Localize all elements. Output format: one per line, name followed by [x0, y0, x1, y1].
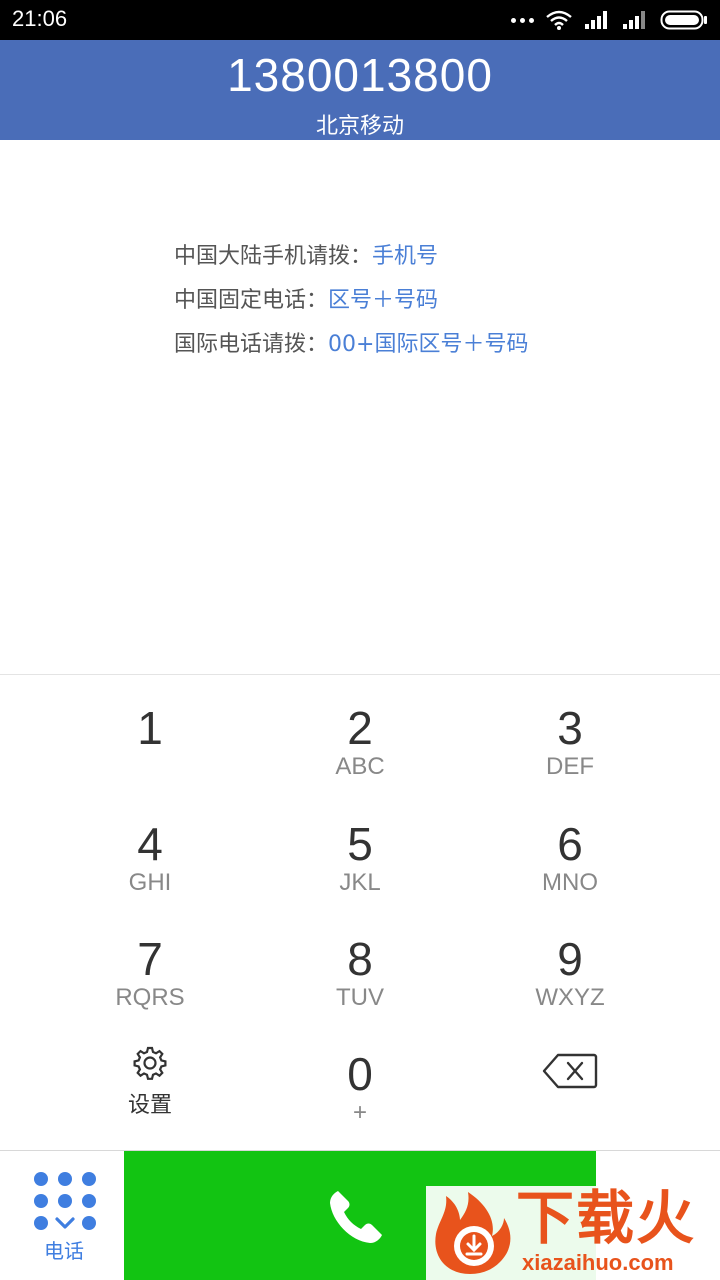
key-2[interactable]: 2 ABC [240, 675, 480, 790]
settings-button[interactable]: 设置 [30, 1021, 270, 1136]
key-6[interactable]: 6 MNO [450, 791, 690, 906]
dial-hints: 中国大陆手机请拨：手机号 中国固定电话：区号＋号码 国际电话请拨：00+国际区号… [174, 240, 654, 372]
status-time: 21:06 [12, 6, 68, 31]
key-digit: 3 [557, 702, 583, 754]
signal-icon [585, 11, 607, 29]
key-letters: MNO [542, 869, 598, 896]
key-1[interactable]: 1 [30, 675, 270, 790]
key-digit: 4 [137, 818, 163, 870]
key-digit: 0 [347, 1048, 373, 1100]
key-letters: DEF [546, 753, 594, 780]
key-digit: 6 [557, 818, 583, 870]
key-0[interactable]: 0 + [240, 1021, 480, 1136]
hint-label: 中国大陆手机请拨： [174, 244, 373, 269]
dialpad-toggle-button[interactable]: 电话 [0, 1151, 124, 1280]
hint-label: 中国固定电话： [174, 288, 329, 313]
key-digit: 7 [137, 933, 163, 985]
fire-logo-icon [435, 1192, 511, 1274]
key-letters: RQRS [115, 984, 185, 1011]
key-digit: 8 [347, 933, 373, 985]
hint-line: 中国固定电话：区号＋号码 [174, 284, 654, 328]
signal-icon-2 [623, 11, 645, 29]
key-9[interactable]: 9 WXYZ [450, 906, 690, 1021]
hint-line: 国际电话请拨：00+国际区号＋号码 [174, 328, 654, 372]
key-letters: GHI [128, 869, 172, 896]
key-letters: JKL [339, 869, 381, 896]
battery-icon [660, 10, 707, 30]
watermark: 下载火 xiazaihuo.com [426, 1186, 720, 1280]
hint-line: 中国大陆手机请拨：手机号 [174, 240, 654, 284]
dialpad-grid-icon [34, 1172, 96, 1230]
key-3[interactable]: 3 DEF [450, 675, 690, 790]
tab-label-phone: 电话 [44, 1239, 84, 1263]
status-icons [511, 8, 708, 32]
more-dots-icon [511, 17, 534, 23]
key-5[interactable]: 5 JKL [240, 791, 480, 906]
call-header: 1380013800 北京移动 [0, 40, 720, 140]
hint-value: 00+国际区号＋号码 [328, 332, 529, 357]
backspace-button[interactable] [450, 1021, 690, 1136]
wifi-icon [546, 10, 572, 30]
status-bar: 21:06 [0, 0, 720, 40]
settings-label: 设置 [127, 1093, 172, 1118]
phone-icon [330, 1191, 382, 1243]
key-digit: 9 [557, 933, 583, 985]
backspace-icon [542, 1053, 598, 1089]
hint-value: 区号＋号码 [328, 288, 439, 313]
key-letters: ABC [335, 753, 385, 780]
hint-label: 国际电话请拨： [174, 332, 329, 357]
key-digit: 5 [347, 818, 373, 870]
key-letters: TUV [336, 984, 384, 1011]
keypad: 1 2 ABC 3 DEF 4 GHI 5 JKL 6 MNO 7 RQRS 8… [0, 674, 720, 1150]
key-7[interactable]: 7 RQRS [30, 906, 270, 1021]
key-digit: 2 [347, 702, 373, 754]
watermark-title: 下载火 [516, 1184, 697, 1252]
key-4[interactable]: 4 GHI [30, 791, 270, 906]
key-digit: 1 [137, 702, 163, 754]
dialer-screen: 21:06 1380013800 北京移动 中国大陆手机请拨：手机号 中国固定电… [0, 0, 720, 1280]
dialed-number[interactable]: 1380013800 [0, 48, 720, 102]
gear-icon [133, 1046, 167, 1080]
hint-value: 手机号 [372, 244, 439, 269]
key-letters: + [352, 1099, 367, 1126]
key-8[interactable]: 8 TUV [240, 906, 480, 1021]
carrier-label: 北京移动 [315, 114, 404, 139]
watermark-url: xiazaihuo.com [522, 1250, 674, 1275]
key-letters: WXYZ [535, 984, 605, 1011]
